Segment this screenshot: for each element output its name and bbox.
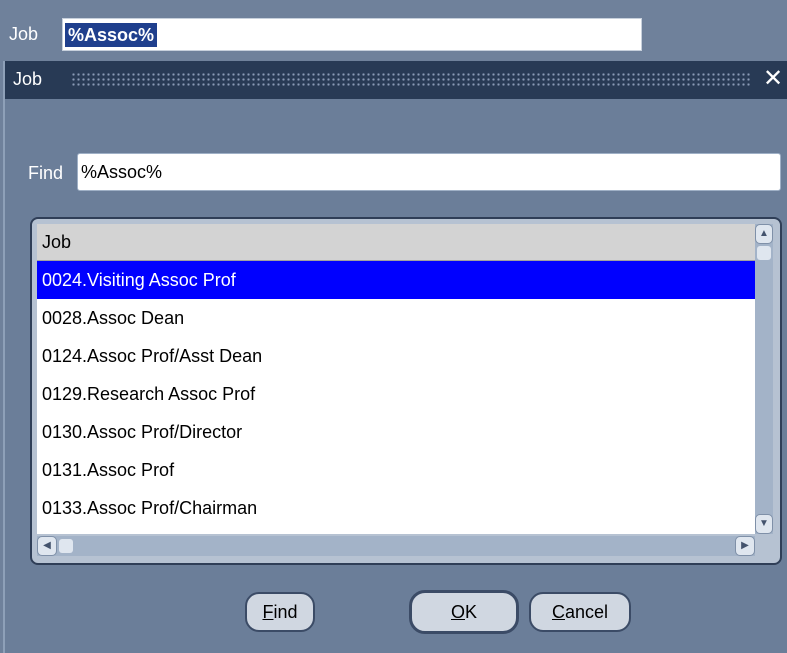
find-button-mnemonic: F [262,602,274,622]
ok-button[interactable]: OK [409,590,519,634]
find-button-label: ind [273,602,298,622]
find-label: Find [28,163,64,183]
ok-button-mnemonic: O [450,602,465,622]
scroll-down-icon[interactable]: ▼ [755,514,773,534]
cancel-button[interactable]: Cancel [529,592,631,632]
close-icon[interactable]: ✕ [763,64,783,93]
titlebar-grip [71,72,751,88]
list-item[interactable]: 0028.Assoc Dean [37,299,755,337]
find-input[interactable]: %Assoc% [77,153,781,191]
list-item[interactable]: 0133.Assoc Prof/Chairman [37,489,755,527]
results-list-body: Job 0024.Visiting Assoc Prof 0028.Assoc … [37,224,755,534]
list-item[interactable]: 0129.Research Assoc Prof [37,375,755,413]
horizontal-scrollbar[interactable]: ◀ ▶ [37,536,755,556]
background-job-label: Job [9,24,39,44]
column-header-job[interactable]: Job [37,224,755,261]
vertical-scroll-thumb[interactable] [757,246,771,260]
cancel-button-mnemonic: C [551,602,565,622]
background-job-value: %Assoc% [65,23,158,47]
ok-button-label: K [465,602,478,622]
scroll-left-icon[interactable]: ◀ [37,536,57,556]
find-button[interactable]: Find [245,592,315,632]
list-item[interactable]: 0131.Assoc Prof [37,451,755,489]
dialog-titlebar[interactable]: Job ✕ [5,61,787,99]
horizontal-scroll-thumb[interactable] [59,539,73,553]
background-job-field[interactable]: %Assoc% [62,18,642,51]
job-lov-dialog: Job ✕ Find %Assoc% Job 0024.Visiting Ass… [3,61,787,653]
dialog-title: Job [13,69,43,89]
list-item[interactable]: 0130.Assoc Prof/Director [37,413,755,451]
cancel-button-label: ancel [564,602,609,622]
list-item[interactable]: 0124.Assoc Prof/Asst Dean [37,337,755,375]
vertical-scrollbar[interactable]: ▲ ▼ [755,224,773,534]
results-list: Job 0024.Visiting Assoc Prof 0028.Assoc … [30,217,782,565]
scroll-up-icon[interactable]: ▲ [755,224,773,244]
scroll-right-icon[interactable]: ▶ [735,536,755,556]
list-item[interactable]: 0024.Visiting Assoc Prof [37,261,755,299]
